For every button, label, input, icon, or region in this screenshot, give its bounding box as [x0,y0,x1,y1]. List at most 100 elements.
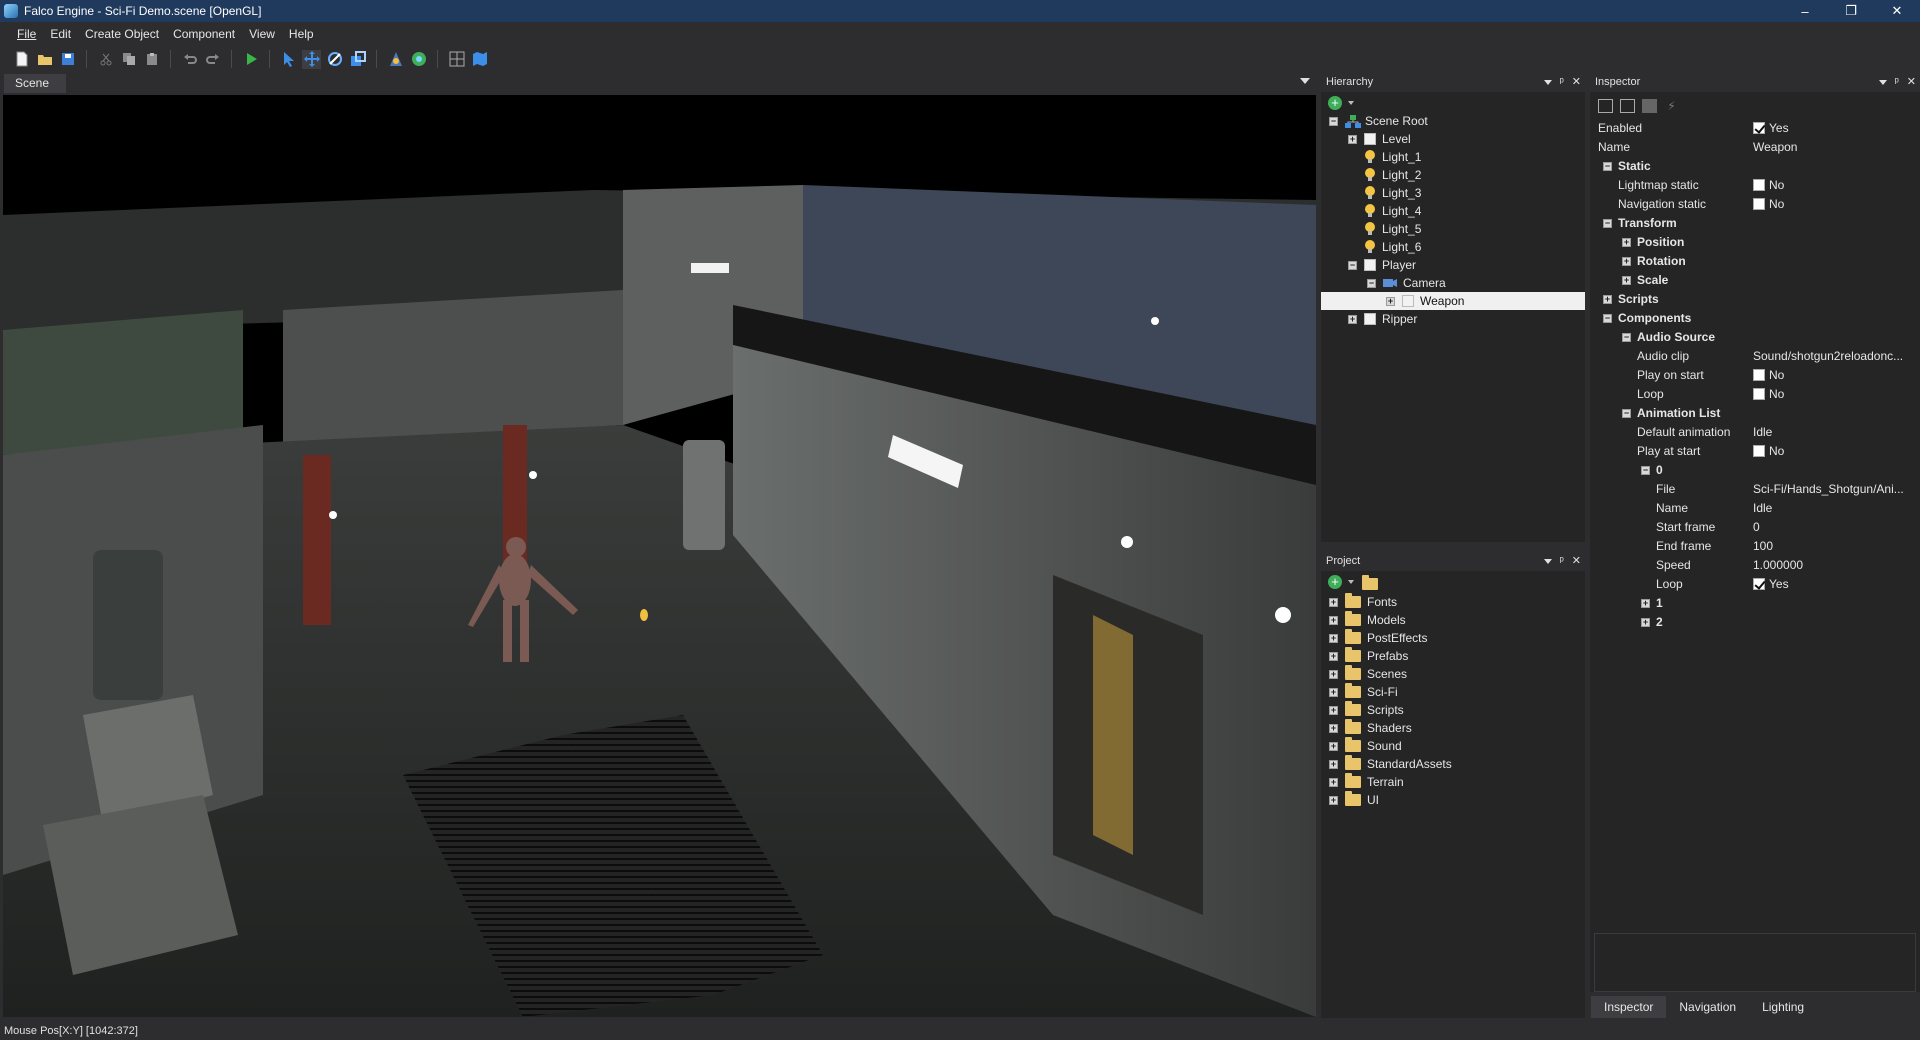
hierarchy-item[interactable]: Light_4 [1348,202,1421,220]
inspector-section-header[interactable]: +1 [1590,594,1910,613]
project-folder-item[interactable]: + Terrain [1329,773,1404,791]
lightmap-icon[interactable] [386,50,405,69]
checkbox[interactable] [1753,369,1765,381]
expand-toggle-icon[interactable]: − [1603,314,1612,323]
inspector-pin-icon[interactable]: ᵖ [1895,73,1899,91]
inspector-section-header[interactable]: − Components [1590,309,1910,328]
property-value[interactable]: 100 [1753,539,1905,553]
checkbox[interactable] [1753,198,1765,210]
close-window-button[interactable]: ✕ [1874,0,1920,22]
tab-scene[interactable]: Scene [4,74,66,93]
hierarchy-item[interactable]: + Level [1348,130,1411,148]
map-icon[interactable] [470,50,489,69]
checkbox[interactable] [1753,179,1765,191]
expand-toggle-icon[interactable]: − [1641,466,1650,475]
tab-navigation[interactable]: Navigation [1666,996,1750,1018]
property-value[interactable]: No [1753,444,1905,458]
cut-icon[interactable] [96,50,115,69]
menu-view[interactable]: View [242,22,282,46]
project-folder-item[interactable]: + Sound [1329,737,1402,755]
add-asset-icon[interactable]: + [1328,575,1342,589]
menu-create-object[interactable]: Create Object [78,22,166,46]
copy-icon[interactable] [119,50,138,69]
project-folder-item[interactable]: + Prefabs [1329,647,1408,665]
add-object-icon[interactable]: + [1328,96,1342,110]
expand-toggle-icon[interactable]: + [1329,741,1338,751]
property-value[interactable]: No [1753,197,1905,211]
inspector-close-icon[interactable]: ✕ [1907,73,1916,91]
events-icon[interactable]: ⚡ [1664,99,1679,113]
expand-toggle-icon[interactable]: − [1348,260,1357,270]
move-tool-icon[interactable] [302,49,321,69]
hierarchy-menu-icon[interactable] [1543,79,1552,85]
expand-toggle-icon[interactable]: + [1329,669,1338,679]
sort-alpha-icon[interactable] [1598,99,1613,113]
select-tool-icon[interactable] [279,50,298,69]
open-folder-icon[interactable] [35,50,54,69]
scale-tool-icon[interactable] [348,50,367,69]
property-value[interactable]: No [1753,178,1905,192]
property-value[interactable]: Sci-Fi/Hands_Shotgun/Ani... [1753,482,1905,496]
property-value[interactable]: Sound/shotgun2reloadonc... [1753,349,1905,363]
project-menu-icon[interactable] [1543,558,1552,564]
inspector-section-header[interactable]: − Transform [1590,214,1910,233]
inspector-section-header[interactable]: − Animation List [1590,404,1910,423]
list-view-icon[interactable] [1642,99,1657,113]
expand-toggle-icon[interactable]: − [1622,333,1631,342]
expand-toggle-icon[interactable]: + [1329,723,1338,733]
rotate-tool-icon[interactable] [325,50,344,69]
expand-toggle-icon[interactable]: + [1386,296,1395,306]
expand-toggle-icon[interactable]: − [1603,162,1612,171]
property-value[interactable]: 1.000000 [1753,558,1905,572]
property-value[interactable]: No [1753,368,1905,382]
property-value[interactable]: Yes [1753,121,1905,135]
inspector-section-header[interactable]: − Static [1590,157,1910,176]
expand-toggle-icon[interactable]: − [1622,409,1631,418]
property-value[interactable]: No [1753,387,1905,401]
tab-inspector[interactable]: Inspector [1591,996,1667,1018]
project-close-icon[interactable]: ✕ [1572,552,1581,570]
project-folder-item[interactable]: + UI [1329,791,1379,809]
project-folder-item[interactable]: + PostEffects [1329,629,1427,647]
menu-file[interactable]: File [10,22,43,46]
menu-help[interactable]: Help [282,22,321,46]
hierarchy-item[interactable]: Light_2 [1348,166,1421,184]
expand-toggle-icon[interactable]: + [1622,257,1631,266]
inspector-section-header[interactable]: + Position [1590,233,1910,252]
restore-button[interactable]: ❐ [1828,0,1874,22]
hierarchy-item[interactable]: + Ripper [1348,310,1417,328]
open-folder-icon[interactable] [1362,575,1378,590]
hierarchy-item[interactable]: + Weapon [1321,292,1585,310]
menu-component[interactable]: Component [166,22,242,46]
expand-toggle-icon[interactable]: + [1329,615,1338,625]
scene-viewport[interactable] [3,95,1316,1017]
property-value[interactable]: Weapon [1753,140,1905,154]
expand-toggle-icon[interactable]: + [1329,651,1338,661]
project-folder-item[interactable]: + Scenes [1329,665,1407,683]
expand-toggle-icon[interactable]: + [1329,777,1338,787]
tab-lighting[interactable]: Lighting [1749,996,1818,1018]
inspector-section-header[interactable]: + Scale [1590,271,1910,290]
new-file-icon[interactable] [12,50,31,69]
project-folder-item[interactable]: + Sci-Fi [1329,683,1398,701]
project-folder-item[interactable]: + Shaders [1329,719,1412,737]
expand-toggle-icon[interactable]: + [1329,705,1338,715]
hierarchy-item[interactable]: Light_5 [1348,220,1421,238]
hierarchy-item[interactable]: − Camera [1367,274,1446,292]
property-value[interactable]: 0 [1753,520,1905,534]
project-folder-item[interactable]: + Models [1329,611,1406,629]
hierarchy-item[interactable]: Light_6 [1348,238,1421,256]
expand-toggle-icon[interactable]: + [1329,597,1338,607]
hierarchy-item[interactable]: Light_1 [1348,148,1421,166]
add-asset-dropdown-icon[interactable] [1348,580,1354,584]
redo-icon[interactable] [203,50,222,69]
menu-edit[interactable]: Edit [43,22,78,46]
navmesh-icon[interactable] [409,50,428,69]
expand-toggle-icon[interactable]: + [1641,618,1650,627]
inspector-section-header[interactable]: + Rotation [1590,252,1910,271]
checkbox[interactable] [1753,445,1765,457]
hierarchy-item[interactable]: − Player [1348,256,1416,274]
expand-toggle-icon[interactable]: + [1329,795,1338,805]
project-pin-icon[interactable]: ᵖ [1560,552,1564,570]
expand-toggle-icon[interactable]: + [1348,314,1357,324]
